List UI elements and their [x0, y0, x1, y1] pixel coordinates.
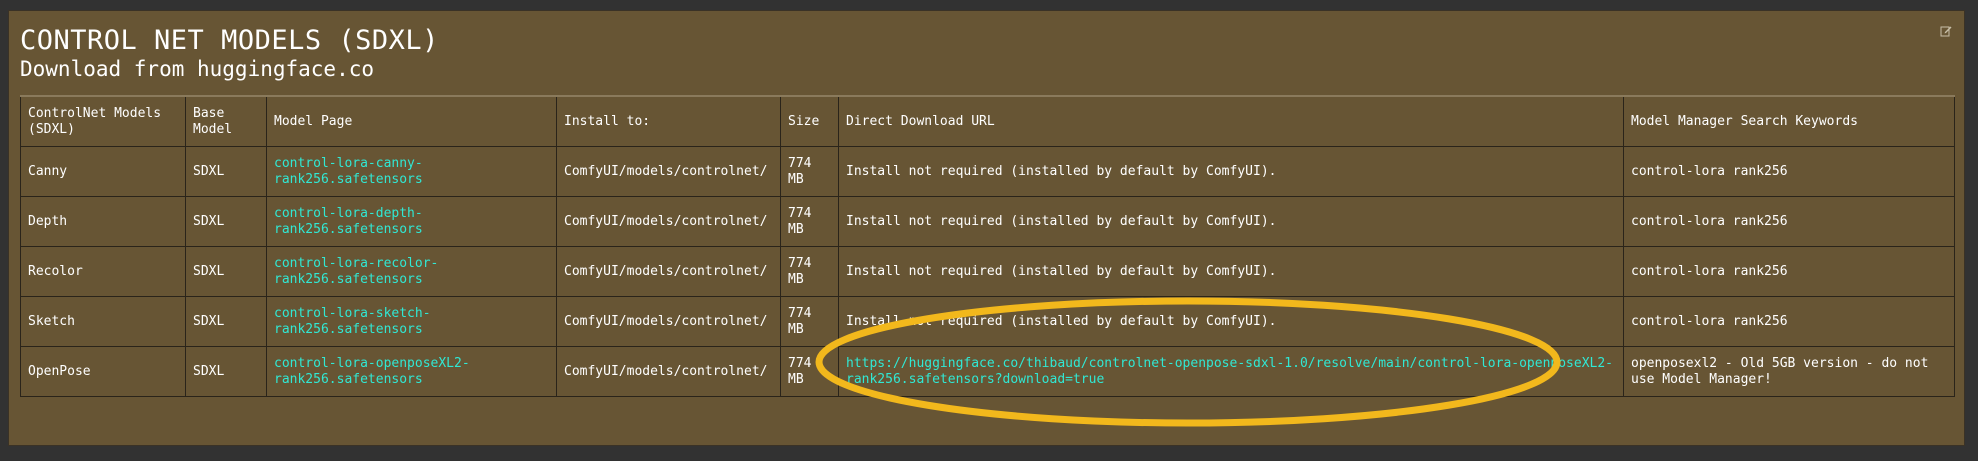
edit-icon[interactable] [1940, 22, 1952, 37]
header-base-model: Base Model [185, 95, 267, 147]
header-install-to: Install to: [556, 95, 781, 147]
cell-page: control-lora-sketch-rank256.safetensors [266, 296, 557, 347]
cell-model: OpenPose [20, 346, 186, 397]
models-table: ControlNet Models (SDXL) Base Model Mode… [20, 95, 1955, 397]
cell-page: control-lora-openposeXL2-rank256.safeten… [266, 346, 557, 397]
cell-model: Recolor [20, 246, 186, 297]
cell-size: 774 MB [780, 146, 839, 197]
header-direct-download-url: Direct Download URL [838, 95, 1624, 147]
cell-keywords: control-lora rank256 [1623, 246, 1955, 297]
table-row: Sketch SDXL control-lora-sketch-rank256.… [20, 296, 1955, 347]
cell-size: 774 MB [780, 246, 839, 297]
direct-download-link[interactable]: https://huggingface.co/thibaud/controlne… [846, 356, 1613, 387]
cell-keywords: control-lora rank256 [1623, 296, 1955, 347]
model-page-link[interactable]: control-lora-depth-rank256.safetensors [274, 206, 423, 237]
header-model-page: Model Page [266, 95, 557, 147]
model-card: CONTROL NET MODELS (SDXL) Download from … [9, 11, 1964, 445]
model-page-link[interactable]: control-lora-recolor-rank256.safetensors [274, 256, 438, 287]
cell-base: SDXL [185, 146, 267, 197]
cell-base: SDXL [185, 246, 267, 297]
cell-install: ComfyUI/models/controlnet/ [556, 146, 781, 197]
cell-size: 774 MB [780, 346, 839, 397]
model-page-link[interactable]: control-lora-canny-rank256.safetensors [274, 156, 423, 187]
cell-install: ComfyUI/models/controlnet/ [556, 246, 781, 297]
header-controlnet-models: ControlNet Models (SDXL) [20, 95, 186, 147]
cell-url: Install not required (installed by defau… [838, 146, 1624, 197]
cell-size: 774 MB [780, 296, 839, 347]
cell-url: Install not required (installed by defau… [838, 296, 1624, 347]
header-size: Size [780, 95, 839, 147]
page-title: CONTROL NET MODELS (SDXL) [20, 25, 439, 56]
table-header-row: ControlNet Models (SDXL) Base Model Mode… [20, 95, 1955, 147]
cell-base: SDXL [185, 196, 267, 247]
cell-page: control-lora-canny-rank256.safetensors [266, 146, 557, 197]
cell-keywords: control-lora rank256 [1623, 146, 1955, 197]
model-page-link[interactable]: control-lora-sketch-rank256.safetensors [274, 306, 431, 337]
table-row: OpenPose SDXL control-lora-openposeXL2-r… [20, 346, 1955, 397]
page-subtitle: Download from huggingface.co [20, 57, 375, 81]
cell-url: Install not required (installed by defau… [838, 196, 1624, 247]
cell-install: ComfyUI/models/controlnet/ [556, 196, 781, 247]
cell-install: ComfyUI/models/controlnet/ [556, 346, 781, 397]
cell-url: https://huggingface.co/thibaud/controlne… [838, 346, 1624, 397]
cell-url: Install not required (installed by defau… [838, 246, 1624, 297]
cell-model: Canny [20, 146, 186, 197]
cell-size: 774 MB [780, 196, 839, 247]
model-page-link[interactable]: control-lora-openposeXL2-rank256.safeten… [274, 356, 470, 387]
cell-base: SDXL [185, 346, 267, 397]
header-search-keywords: Model Manager Search Keywords [1623, 95, 1955, 147]
table-row: Depth SDXL control-lora-depth-rank256.sa… [20, 196, 1955, 247]
table-row: Canny SDXL control-lora-canny-rank256.sa… [20, 146, 1955, 197]
cell-model: Depth [20, 196, 186, 247]
cell-keywords: openposexl2 - Old 5GB version - do not u… [1623, 346, 1955, 397]
table-row: Recolor SDXL control-lora-recolor-rank25… [20, 246, 1955, 297]
cell-keywords: control-lora rank256 [1623, 196, 1955, 247]
cell-install: ComfyUI/models/controlnet/ [556, 296, 781, 347]
cell-model: Sketch [20, 296, 186, 347]
cell-page: control-lora-recolor-rank256.safetensors [266, 246, 557, 297]
cell-base: SDXL [185, 296, 267, 347]
cell-page: control-lora-depth-rank256.safetensors [266, 196, 557, 247]
